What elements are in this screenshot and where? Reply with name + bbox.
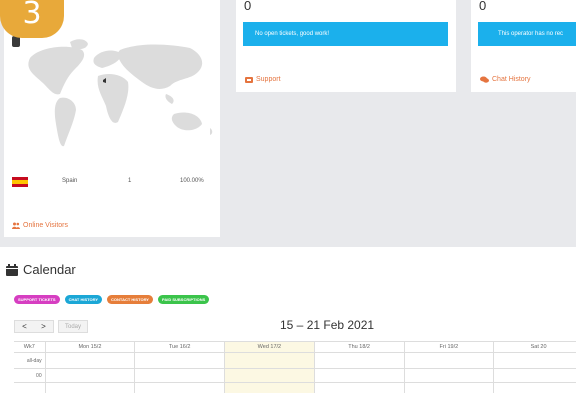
all-day-cell[interactable] [494, 353, 576, 368]
calendar-date-range: 15 – 21 Feb 2021 [280, 318, 375, 332]
prev-week-button[interactable]: < [15, 322, 34, 331]
time-slot[interactable] [315, 383, 405, 393]
today-button[interactable]: Today [58, 320, 88, 333]
next-week-button[interactable]: > [34, 322, 53, 331]
hour-row: 00 [14, 369, 576, 383]
calendar-panel: Calendar SUPPORT TICKETS CHAT HISTORY CO… [0, 247, 576, 393]
legend-contact-history[interactable]: CONTACT HISTORY [107, 295, 153, 304]
support-link[interactable]: Support [245, 76, 281, 83]
support-info-bar: No open tickets, good work! [243, 22, 448, 46]
visitor-percent: 100.00% [180, 178, 204, 184]
legend-paid-subscriptions[interactable]: PAID SUBSCRIPTIONS [157, 295, 210, 304]
day-header-tue: Tue 16/2 [135, 342, 226, 352]
time-slot[interactable] [405, 369, 495, 382]
online-visitors-label: Online Visitors [23, 222, 69, 229]
spain-flag-icon [12, 177, 28, 187]
users-icon [12, 222, 20, 229]
calendar-title: Calendar [23, 262, 76, 277]
calendar-nav: < > Today [14, 320, 88, 333]
time-slot[interactable] [135, 369, 226, 382]
chat-icon [480, 76, 489, 83]
calendar-legend: SUPPORT TICKETS CHAT HISTORY CONTACT HIS… [14, 295, 210, 304]
chat-count: 0 [479, 0, 487, 13]
hour-label-empty [14, 383, 46, 393]
all-day-cell[interactable] [225, 353, 315, 368]
hour-label: 00 [14, 369, 46, 382]
week-number: Wk7 [14, 342, 46, 352]
time-slot[interactable] [225, 383, 315, 393]
time-slot[interactable] [135, 383, 226, 393]
time-slot[interactable] [46, 383, 136, 393]
legend-chat-history[interactable]: CHAT HISTORY [64, 295, 103, 304]
world-map [28, 39, 213, 147]
visitor-count: 1 [128, 178, 132, 184]
calendar-grid: Wk7 Mon 15/2 Tue 16/2 Wed 17/2 Thu 18/2 … [14, 341, 576, 393]
online-visitors-link[interactable]: Online Visitors [12, 222, 68, 229]
time-slot[interactable] [494, 369, 576, 382]
all-day-cell[interactable] [405, 353, 495, 368]
all-day-label: all-day [14, 353, 46, 368]
support-panel: 0 No open tickets, good work! Support [236, 0, 456, 92]
calendar-header-row: Wk7 Mon 15/2 Tue 16/2 Wed 17/2 Thu 18/2 … [14, 341, 576, 353]
time-slot[interactable] [315, 369, 405, 382]
chat-history-label: Chat History [492, 76, 531, 83]
all-day-cell[interactable] [46, 353, 136, 368]
all-day-row: all-day [14, 353, 576, 369]
prev-next-group: < > [14, 320, 54, 333]
time-slot[interactable] [225, 369, 315, 382]
day-header-wed: Wed 17/2 [225, 342, 315, 352]
time-slot[interactable] [494, 383, 576, 393]
chat-history-panel: 0 This operator has no rec Chat History [471, 0, 576, 92]
ticket-icon [245, 76, 253, 83]
all-day-cell[interactable] [315, 353, 405, 368]
calendar-icon [6, 263, 18, 276]
hour-row [14, 383, 576, 393]
legend-support-tickets[interactable]: SUPPORT TICKETS [14, 295, 60, 304]
time-slot[interactable] [46, 369, 136, 382]
day-header-sat: Sat 20 [494, 342, 576, 352]
calendar-heading: Calendar [6, 262, 76, 277]
chat-info-bar: This operator has no rec [478, 22, 576, 46]
day-header-thu: Thu 18/2 [315, 342, 405, 352]
visitor-country: Spain [62, 178, 78, 184]
step-number-badge: 3 [0, 0, 64, 38]
visitor-row: Spain 1 100.00% [12, 175, 217, 189]
support-count: 0 [244, 0, 252, 13]
time-slot[interactable] [405, 383, 495, 393]
support-label: Support [256, 76, 281, 83]
chat-history-link[interactable]: Chat History [480, 76, 531, 83]
all-day-cell[interactable] [135, 353, 226, 368]
day-header-fri: Fri 19/2 [405, 342, 495, 352]
day-header-mon: Mon 15/2 [46, 342, 136, 352]
